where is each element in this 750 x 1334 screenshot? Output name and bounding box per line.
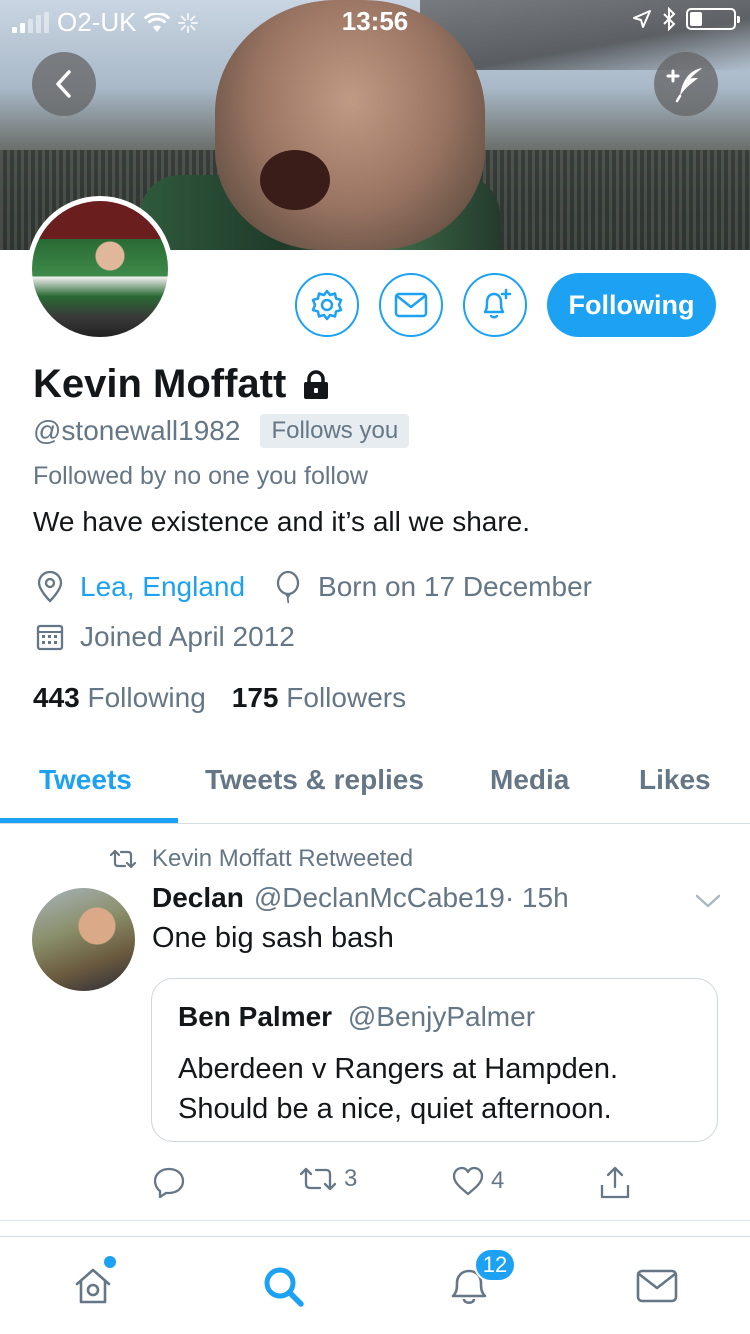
status-bar: O2-UK 13:56 (0, 0, 750, 40)
bottom-navigation (0, 1236, 750, 1334)
following-count: 443 (33, 682, 80, 713)
share-button[interactable] (598, 1165, 632, 1201)
balloon-icon (271, 570, 305, 604)
calendar-icon (33, 620, 67, 654)
lock-icon (304, 369, 329, 399)
quoted-author-handle: @BenjyPalmer (347, 1001, 536, 1032)
tweet-author-name[interactable]: Declan (152, 882, 244, 914)
location-pin-icon (33, 570, 67, 604)
birthday-text: Born on 17 December (318, 571, 592, 602)
envelope-icon (636, 1269, 678, 1303)
envelope-icon (394, 292, 428, 318)
following-label: Following (87, 682, 206, 713)
like-button[interactable]: 4 (451, 1165, 504, 1197)
tab-tweets[interactable]: Tweets (39, 764, 132, 796)
tweet-author-handle[interactable]: @DeclanMcCabe19 (254, 882, 505, 914)
chevron-left-icon (56, 70, 71, 98)
tab-media[interactable]: Media (490, 764, 569, 796)
retweeted-by-text[interactable]: Kevin Moffatt Retweeted (152, 845, 413, 873)
location-arrow-icon (633, 10, 651, 28)
chevron-down-icon[interactable] (694, 892, 722, 910)
nav-messages[interactable] (632, 1261, 682, 1311)
notifications-toggle-button[interactable] (463, 273, 527, 337)
back-button[interactable] (32, 52, 96, 116)
retweet-small-icon (109, 849, 137, 869)
quoted-tweet-header: Ben Palmer @BenjyPalmer (178, 1001, 535, 1033)
notifications-badge: 12 (474, 1248, 516, 1282)
compose-quill-icon (666, 68, 702, 103)
followers-count-link[interactable]: 175 Followers (232, 682, 406, 714)
profile-avatar[interactable] (27, 196, 173, 342)
retweet-button[interactable]: 3 (298, 1165, 357, 1193)
share-icon (600, 1166, 630, 1199)
like-count: 4 (491, 1167, 505, 1194)
tweet-actions: 3 4 (0, 1165, 750, 1205)
heart-icon (452, 1166, 484, 1196)
tweet-header: Declan @DeclanMcCabe19 · 15h (152, 882, 569, 914)
joined-text: Joined April 2012 (80, 621, 295, 652)
new-tweets-dot (104, 1256, 116, 1268)
retweet-count: 3 (344, 1165, 358, 1192)
reply-icon (153, 1167, 185, 1199)
tweet-divider (0, 1220, 750, 1221)
active-tab-indicator (0, 818, 178, 823)
profile-tabs: Tweets Tweets & replies Media Likes (0, 740, 750, 824)
retweet-icon (299, 1167, 337, 1191)
joined-row: Joined April 2012 (33, 620, 295, 654)
compose-tweet-button[interactable] (654, 52, 718, 116)
followers-label: Followers (286, 682, 407, 713)
location-link[interactable]: Lea, England (80, 571, 245, 603)
banner-mouth (260, 150, 330, 210)
home-icon (75, 1268, 111, 1304)
profile-name: Kevin Moffatt (33, 362, 287, 406)
bluetooth-icon (663, 7, 676, 31)
bell-plus-icon (483, 288, 512, 319)
tab-tweets-replies[interactable]: Tweets & replies (205, 764, 424, 796)
handle-row: @stonewall1982 Follows you (33, 414, 410, 448)
search-icon (264, 1267, 304, 1307)
retweeted-by-row: Kevin Moffatt Retweeted (108, 845, 413, 873)
profile-name-row: Kevin Moffatt (33, 362, 332, 407)
tab-likes[interactable]: Likes (639, 764, 711, 796)
quoted-tweet-text: Aberdeen v Rangers at Hampden. Should be… (178, 1053, 619, 1125)
gear-icon (311, 289, 343, 321)
followers-count: 175 (231, 682, 279, 713)
follow-counts: 443 Following 175 Followers (33, 682, 406, 714)
tweet-author-avatar[interactable] (32, 888, 135, 991)
profile-bio: We have existence and it’s all we share. (33, 506, 531, 537)
settings-button[interactable] (295, 273, 359, 337)
quoted-tweet[interactable]: Ben Palmer @BenjyPalmer Aberdeen v Range… (151, 978, 718, 1142)
battery-icon (686, 8, 740, 30)
reply-button[interactable] (152, 1165, 186, 1199)
profile-meta-row: Lea, England Born on 17 December (33, 570, 592, 604)
follows-you-badge: Follows you (260, 414, 410, 448)
following-button[interactable]: Following (547, 273, 716, 337)
message-button[interactable] (379, 273, 443, 337)
following-count-link[interactable]: 443 Following (33, 682, 206, 714)
tweet-text: One big sash bash (152, 922, 394, 954)
profile-handle: @stonewall1982 (33, 415, 241, 446)
followed-by-text[interactable]: Followed by no one you follow (33, 462, 368, 491)
quoted-author-name: Ben Palmer (178, 1001, 333, 1032)
nav-search[interactable] (258, 1261, 308, 1311)
nav-home[interactable] (68, 1261, 118, 1311)
tweet-time: · 15h (504, 882, 569, 913)
